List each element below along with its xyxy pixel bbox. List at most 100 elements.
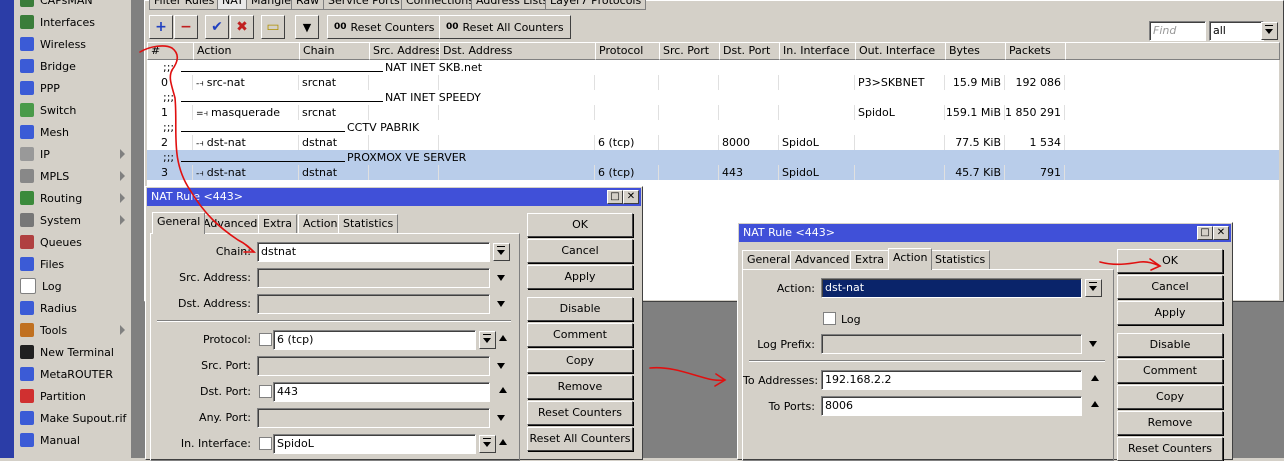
dst-port-field[interactable]: 443 — [273, 382, 490, 402]
reset-counters-button[interactable]: Reset Counters — [527, 401, 633, 425]
protocol-field[interactable]: 6 (tcp) — [273, 330, 476, 350]
close-icon[interactable]: ✕ — [1213, 226, 1229, 240]
disable-button[interactable]: Disable — [1117, 333, 1223, 357]
src-address-expand-icon[interactable] — [497, 275, 505, 281]
tab-connections[interactable]: Connections — [401, 0, 479, 10]
table-row[interactable]: 2 -⫞ dst-nat dstnat 6 (tcp) 8000 SpidoL 77.5 Ki… — [147, 135, 1279, 150]
chain-dropdown-icon[interactable] — [493, 243, 510, 261]
maximize-icon[interactable]: □ — [1197, 226, 1213, 240]
tab-action[interactable]: Action — [888, 248, 933, 270]
table-row[interactable]: 0 -⫞ src-nat srcnat P3>SKBNET 15.9 MiB 192 086 — [147, 75, 1279, 90]
disable-button[interactable]: Disable — [527, 297, 633, 321]
column-header-protocol[interactable]: Protocol — [595, 42, 660, 60]
filter-select-dropdown-icon[interactable] — [1261, 22, 1278, 40]
in-interface-dropdown-icon[interactable] — [479, 435, 496, 453]
column-header-in-interface[interactable]: In. Interface — [779, 42, 856, 60]
sidebar-item-wireless[interactable]: Wireless — [14, 33, 131, 55]
tab-statistics[interactable]: Statistics — [338, 214, 399, 233]
tab-nat[interactable]: NAT — [217, 0, 249, 10]
reset-counters-button[interactable]: Reset Counters — [1117, 437, 1223, 461]
sidebar-item-tools[interactable]: Tools — [14, 319, 131, 341]
comment-button[interactable]: ▭ — [261, 15, 285, 39]
column-header-chain[interactable]: Chain — [299, 42, 370, 60]
column-header-bytes[interactable]: Bytes — [945, 42, 1006, 60]
maximize-icon[interactable]: □ — [607, 190, 623, 204]
any-port-field[interactable] — [257, 408, 490, 428]
src-port-field[interactable] — [257, 356, 490, 376]
add-button[interactable]: + — [149, 15, 173, 39]
copy-button[interactable]: Copy — [1117, 385, 1223, 409]
sidebar-item-capsman[interactable]: CAPsMAN — [14, 0, 131, 11]
tab-general[interactable]: General — [742, 250, 796, 269]
in-interface-field[interactable]: SpidoL — [273, 434, 476, 454]
remove-button[interactable]: Remove — [527, 375, 633, 399]
column-header-number[interactable]: # — [147, 42, 194, 60]
reset-all-counters-button[interactable]: Reset All Counters — [527, 427, 633, 451]
sidebar-item-log[interactable]: Log — [14, 275, 131, 297]
to-addresses-field[interactable]: 192.168.2.2 — [821, 370, 1082, 390]
copy-button[interactable]: Copy — [527, 349, 633, 373]
to-ports-collapse-icon[interactable] — [1091, 401, 1099, 407]
reset-all-counters-button[interactable]: 00 Reset All Counters — [439, 15, 571, 39]
ok-button[interactable]: OK — [1117, 249, 1223, 273]
protocol-collapse-icon[interactable] — [499, 335, 507, 341]
log-prefix-field[interactable] — [821, 334, 1082, 354]
log-prefix-expand-icon[interactable] — [1089, 341, 1097, 347]
tab-statistics[interactable]: Statistics — [930, 250, 991, 269]
tab-action[interactable]: Action — [298, 214, 343, 233]
chain-field[interactable]: dstnat — [257, 242, 490, 262]
sidebar-item-make-supout-rif[interactable]: Make Supout.rif — [14, 407, 131, 429]
sidebar-item-mesh[interactable]: Mesh — [14, 121, 131, 143]
action-field[interactable]: dst-nat — [821, 278, 1082, 298]
column-header-out-interface[interactable]: Out. Interface — [855, 42, 946, 60]
dst-port-collapse-icon[interactable] — [499, 387, 507, 393]
tab-address-lists[interactable]: Address Lists — [471, 0, 554, 10]
column-header-dst-address[interactable]: Dst. Address — [439, 42, 596, 60]
to-ports-field[interactable]: 8006 — [821, 396, 1082, 416]
filter-select[interactable]: all — [1209, 21, 1264, 41]
filter-button[interactable]: ▼ — [295, 15, 319, 39]
src-address-field[interactable] — [257, 268, 490, 288]
apply-button[interactable]: Apply — [527, 265, 633, 289]
cancel-button[interactable]: Cancel — [527, 239, 633, 263]
tab-extra[interactable]: Extra — [850, 250, 890, 269]
sidebar-item-new-terminal[interactable]: New Terminal — [14, 341, 131, 363]
sidebar-item-radius[interactable]: Radius — [14, 297, 131, 319]
action-dropdown-icon[interactable] — [1085, 279, 1102, 297]
table-row[interactable]: 3 -⫞ dst-nat dstnat 6 (tcp) 443 SpidoL 45.7 KiB… — [147, 165, 1279, 180]
find-input[interactable]: Find — [1149, 21, 1206, 41]
reset-counters-button[interactable]: 00 Reset Counters — [327, 15, 442, 39]
tab-mangle[interactable]: Mangle — [246, 0, 297, 10]
disable-button[interactable]: ✖ — [230, 15, 254, 39]
src-port-expand-icon[interactable] — [497, 363, 505, 369]
sidebar-item-mpls[interactable]: MPLS — [14, 165, 131, 187]
column-header-src-address[interactable]: Src. Address — [369, 42, 440, 60]
sidebar-item-ip[interactable]: IP — [14, 143, 131, 165]
cancel-button[interactable]: Cancel — [1117, 275, 1223, 299]
column-header-dst-port[interactable]: Dst. Port — [719, 42, 780, 60]
tab-general[interactable]: General — [152, 212, 206, 234]
column-header-action[interactable]: Action — [193, 42, 300, 60]
dst-address-expand-icon[interactable] — [497, 301, 505, 307]
comment-button[interactable]: Comment — [1117, 359, 1223, 383]
comment-button[interactable]: Comment — [527, 323, 633, 347]
tab-layer7-protocols[interactable]: Layer7 Protocols — [545, 0, 647, 10]
remove-button[interactable]: Remove — [1117, 411, 1223, 435]
sidebar-item-interfaces[interactable]: Interfaces — [14, 11, 131, 33]
tab-advanced[interactable]: Advanced — [790, 250, 855, 269]
sidebar-item-system[interactable]: System — [14, 209, 131, 231]
sidebar-item-ppp[interactable]: PPP — [14, 77, 131, 99]
table-comment-row[interactable]: ;;; NAT INET SKB.net — [147, 60, 1279, 75]
sidebar-item-files[interactable]: Files — [14, 253, 131, 275]
table-comment-row[interactable]: ;;; PROXMOX VE SERVER — [147, 150, 1279, 165]
close-icon[interactable]: ✕ — [623, 190, 639, 204]
sidebar-item-switch[interactable]: Switch — [14, 99, 131, 121]
log-checkbox[interactable] — [823, 312, 836, 325]
protocol-negate-checkbox[interactable] — [259, 333, 272, 346]
apply-button[interactable]: Apply — [1117, 301, 1223, 325]
remove-button[interactable]: − — [174, 15, 198, 39]
in-interface-negate-checkbox[interactable] — [259, 437, 272, 450]
ok-button[interactable]: OK — [527, 213, 633, 237]
tab-advanced[interactable]: Advanced — [198, 214, 263, 233]
sidebar-item-queues[interactable]: Queues — [14, 231, 131, 253]
